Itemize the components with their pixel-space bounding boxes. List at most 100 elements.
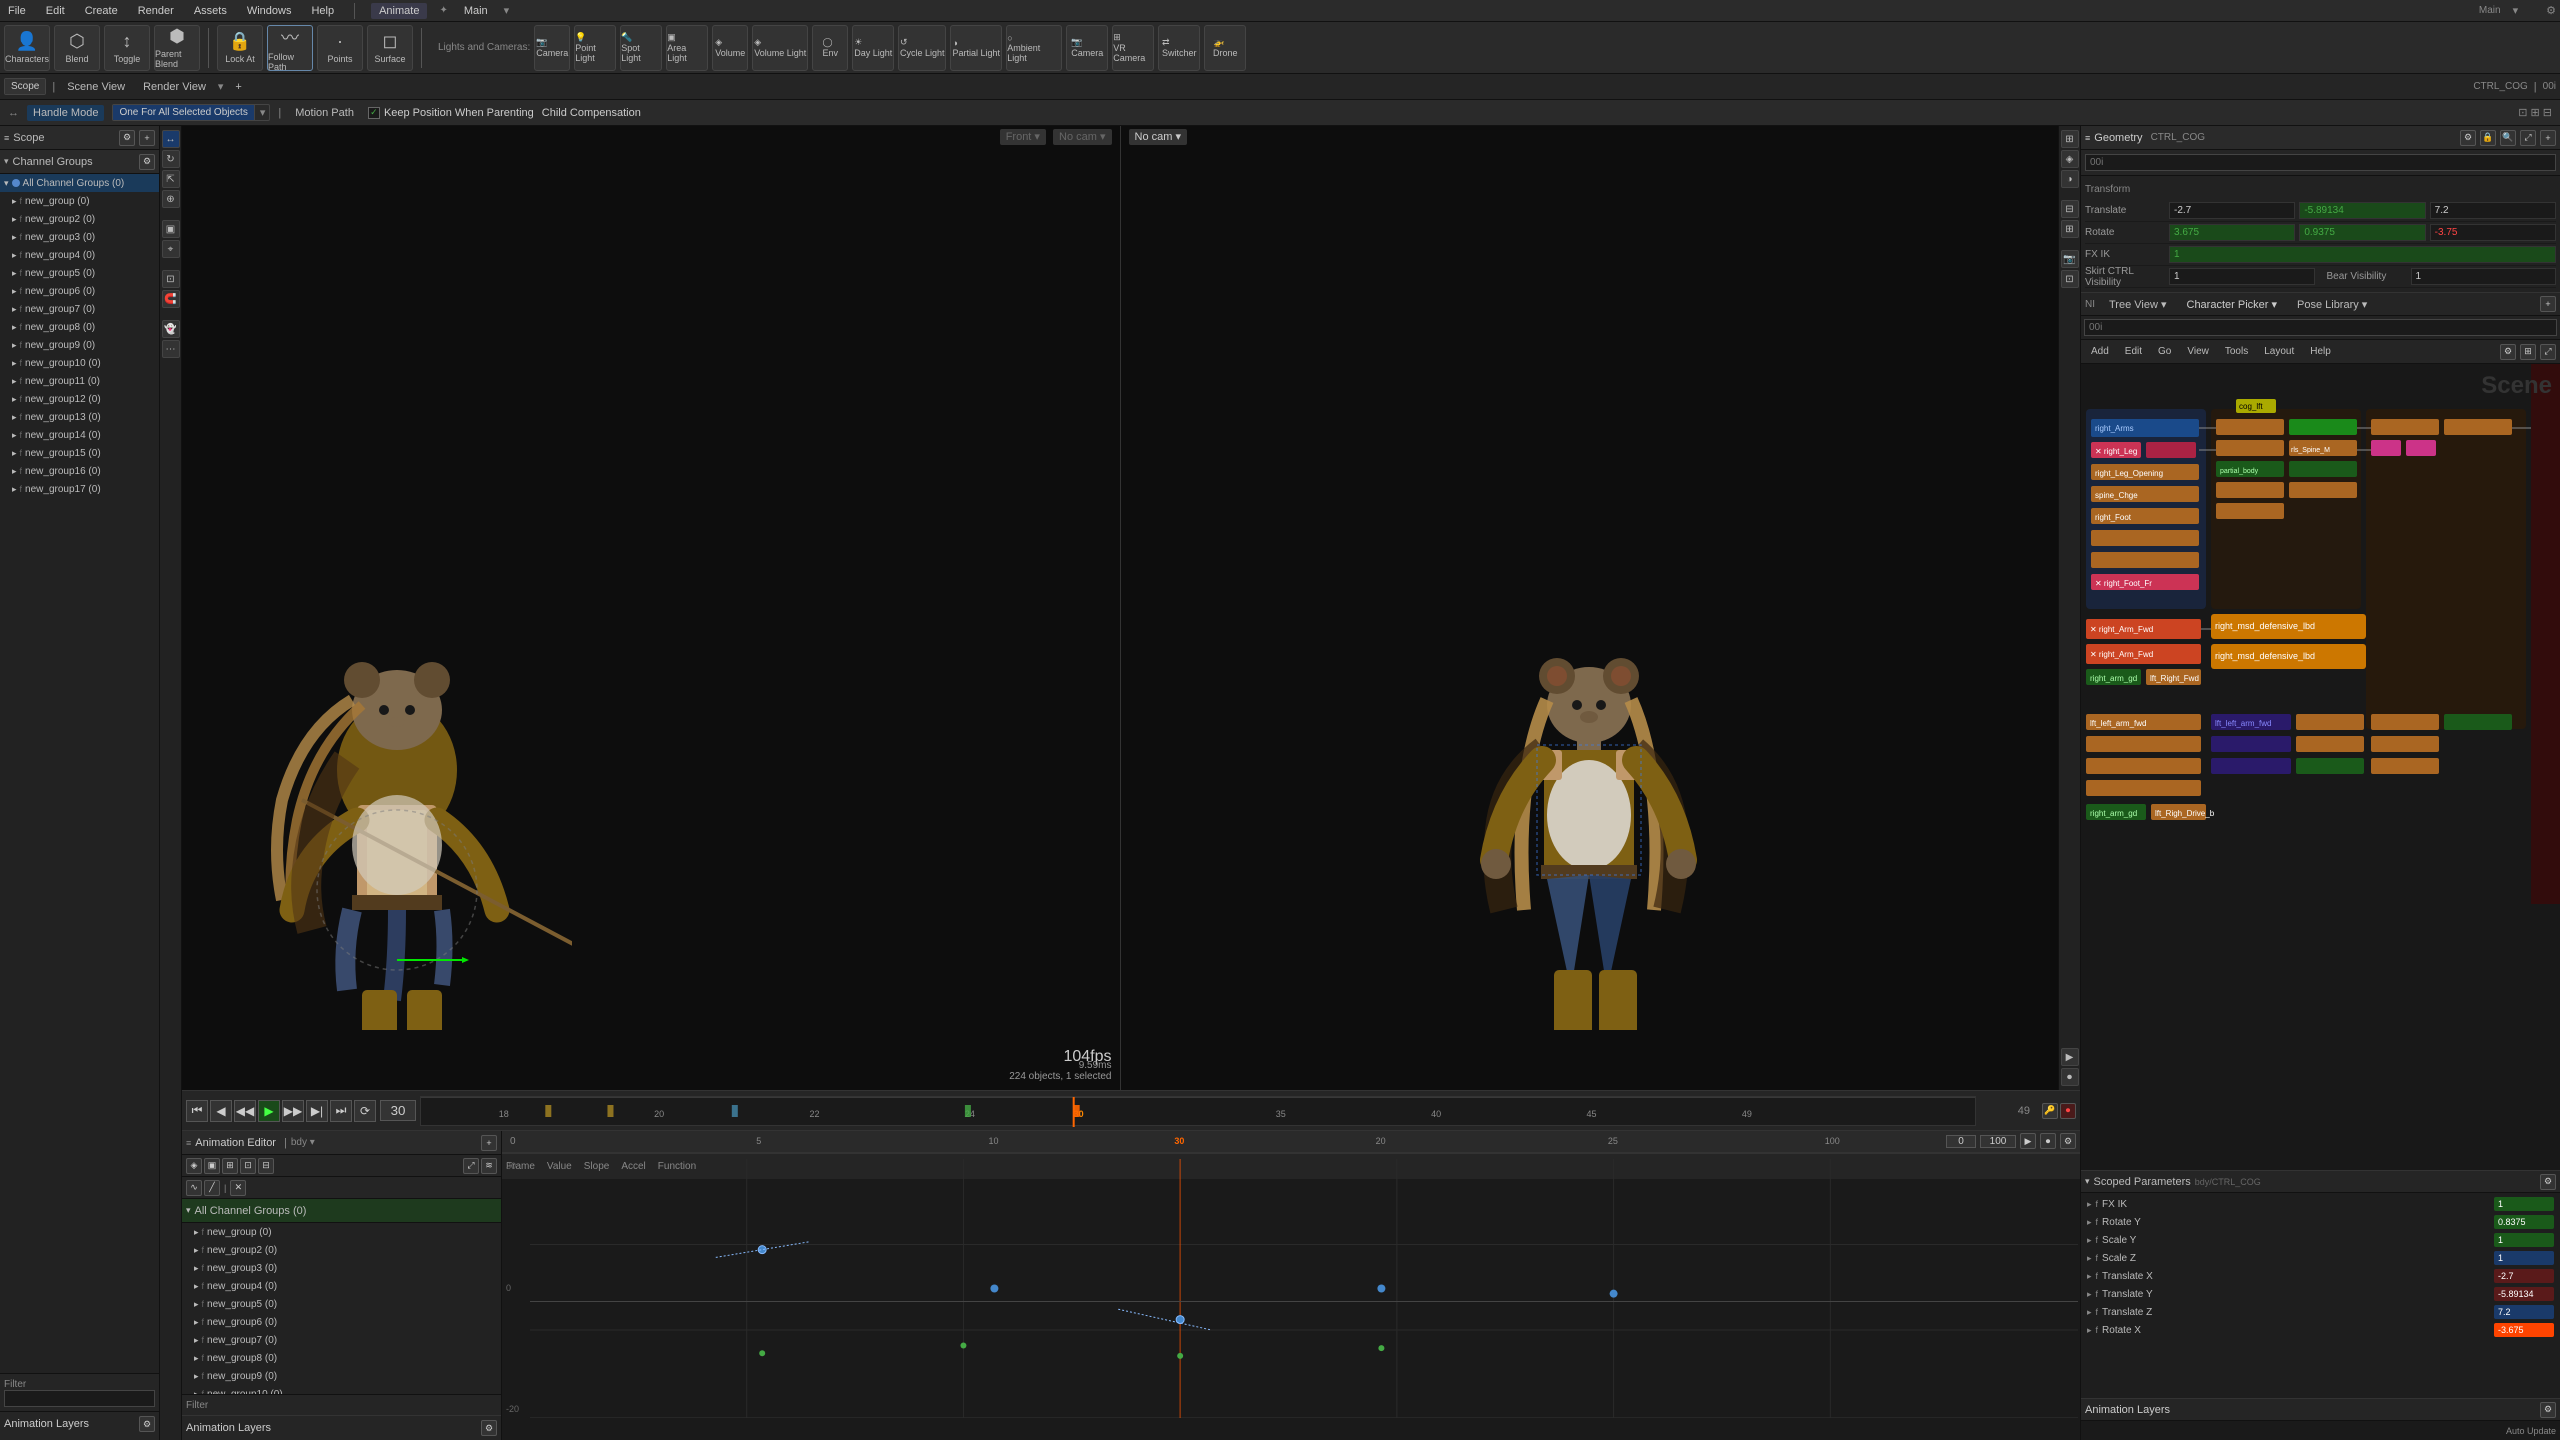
- graph-tab[interactable]: bdy ▾: [291, 1137, 315, 1148]
- skirt-vis-value[interactable]: 1: [2169, 268, 2315, 285]
- cg-item-10[interactable]: ▸ f new_group10 (0): [0, 354, 159, 372]
- cg-item-1[interactable]: ▸ f new_group (0): [0, 192, 159, 210]
- ge-ch-4[interactable]: ▸ f new_group4 (0): [182, 1277, 501, 1295]
- graph-start-input[interactable]: [1946, 1135, 1976, 1148]
- bear-vis-value[interactable]: 1: [2411, 268, 2557, 285]
- toolbar-area-light[interactable]: ▣Area Light: [666, 25, 708, 71]
- graph-end-input[interactable]: [1980, 1135, 2016, 1148]
- menu-main[interactable]: Main: [460, 5, 492, 17]
- timeline-ruler[interactable]: 18 20 22 24 30 35 40 45 49: [420, 1096, 1976, 1126]
- pose-library-btn[interactable]: Pose Library ▾: [2291, 296, 2373, 313]
- toolbar-vr-camera[interactable]: ⊞VR Camera: [1112, 25, 1154, 71]
- rotate-x[interactable]: 3.675: [2169, 224, 2295, 241]
- translate-y[interactable]: -5.89134: [2299, 202, 2425, 219]
- scene-view-btn[interactable]: Scene View: [61, 79, 131, 95]
- handle-mode-btn[interactable]: Handle Mode: [27, 105, 104, 121]
- record-btn[interactable]: ⏺: [2061, 1068, 2079, 1086]
- viewport-right[interactable]: No cam ▾: [1121, 126, 2059, 1090]
- cg-item-8[interactable]: ▸ f new_group8 (0): [0, 318, 159, 336]
- scoped-item-scale-z[interactable]: ▸ f Scale Z 1: [2083, 1249, 2558, 1267]
- ne-help-btn[interactable]: Help: [2304, 344, 2337, 359]
- graph-settings-btn[interactable]: ⚙: [2060, 1133, 2076, 1149]
- toolbar-surface[interactable]: ◻ Surface: [367, 25, 413, 71]
- toolbar-ambient-light[interactable]: ○Ambient Light: [1006, 25, 1062, 71]
- snap-btn[interactable]: 🧲: [162, 290, 180, 308]
- cg-item-11[interactable]: ▸ f new_group11 (0): [0, 372, 159, 390]
- menu-create[interactable]: Create: [81, 5, 122, 17]
- toolbar-toggle[interactable]: ↕ Toggle: [104, 25, 150, 71]
- select-btn[interactable]: ▣: [162, 220, 180, 238]
- toolbar-blend[interactable]: ⬡ Blend: [54, 25, 100, 71]
- menu-file[interactable]: File: [4, 5, 30, 17]
- menu-edit[interactable]: Edit: [42, 5, 69, 17]
- step-back-btn[interactable]: ◀: [210, 1100, 232, 1122]
- menu-windows[interactable]: Windows: [243, 5, 296, 17]
- cg-item-12[interactable]: ▸ f new_group12 (0): [0, 390, 159, 408]
- character-picker-btn[interactable]: Character Picker ▾: [2181, 296, 2284, 313]
- toolbar-switcher[interactable]: ⇄Switcher: [1158, 25, 1200, 71]
- cg-item-2[interactable]: ▸ f new_group2 (0): [0, 210, 159, 228]
- ge-ch-6[interactable]: ▸ f new_group6 (0): [182, 1313, 501, 1331]
- toolbar-env[interactable]: ◯Env: [812, 25, 848, 71]
- ge-fit[interactable]: ⤢: [463, 1158, 479, 1174]
- cg-item-13[interactable]: ▸ f new_group13 (0): [0, 408, 159, 426]
- cg-item-15[interactable]: ▸ f new_group15 (0): [0, 444, 159, 462]
- cg-item-6[interactable]: ▸ f new_group6 (0): [0, 282, 159, 300]
- ge-ch-3[interactable]: ▸ f new_group3 (0): [182, 1259, 501, 1277]
- cg-item-7[interactable]: ▸ f new_group7 (0): [0, 300, 159, 318]
- ge-ch-10[interactable]: ▸ f new_group10 (0): [182, 1385, 501, 1394]
- rp-settings[interactable]: ⚙: [2460, 130, 2476, 146]
- ne-add-btn[interactable]: Add: [2085, 344, 2115, 359]
- node-graph-area[interactable]: Scene right_Arms: [2081, 364, 2560, 1170]
- cg-item-14[interactable]: ▸ f new_group14 (0): [0, 426, 159, 444]
- lasso-btn[interactable]: ⌖: [162, 240, 180, 258]
- no-cam-left[interactable]: No cam ▾: [1053, 129, 1111, 145]
- ge-add[interactable]: +: [481, 1135, 497, 1151]
- toolbar-parent-blend[interactable]: ⬢ Parent Blend: [154, 25, 200, 71]
- toolbar-volume-light[interactable]: ◈Volume Light: [752, 25, 808, 71]
- ge-ch-8[interactable]: ▸ f new_group8 (0): [182, 1349, 501, 1367]
- cg-settings[interactable]: ⚙: [139, 154, 155, 170]
- one-for-all-btn[interactable]: One For All Selected Objects: [113, 105, 254, 120]
- scoped-item-translate-z[interactable]: ▸ f Translate Z 7.2: [2083, 1303, 2558, 1321]
- filter-input[interactable]: [4, 1390, 155, 1407]
- ne-layout2[interactable]: ⊞: [2520, 344, 2536, 360]
- ge-key2[interactable]: ▣: [204, 1158, 220, 1174]
- node-search-input[interactable]: [2084, 319, 2557, 336]
- rotate-y[interactable]: 0.9375: [2299, 224, 2425, 241]
- wireframe-btn[interactable]: ⊟: [2061, 200, 2079, 218]
- ghost-btn[interactable]: 👻: [162, 320, 180, 338]
- menu-animate[interactable]: Animate: [371, 3, 427, 19]
- cg-item-17[interactable]: ▸ f new_group17 (0): [0, 480, 159, 498]
- rotate-z[interactable]: -3.75: [2430, 224, 2556, 241]
- ne-edit-btn[interactable]: Edit: [2119, 344, 2148, 359]
- graph-extra-btn[interactable]: ▶: [2020, 1133, 2036, 1149]
- toolbar-point-light[interactable]: 💡Point Light: [574, 25, 616, 71]
- ne-go-btn[interactable]: Go: [2152, 344, 2177, 359]
- scale-tool-btn[interactable]: ⇱: [162, 170, 180, 188]
- shading-btn[interactable]: ◑: [2061, 170, 2079, 188]
- pivot-btn[interactable]: ⊡: [162, 270, 180, 288]
- bottom-anim-layers-settings[interactable]: ⚙: [2540, 1402, 2556, 1418]
- scoped-item-rotate-y[interactable]: ▸ f Rotate Y 0.8375: [2083, 1213, 2558, 1231]
- zoom-fit-btn[interactable]: ⊞: [2061, 130, 2079, 148]
- toolbar-camera2[interactable]: 📷Camera: [1066, 25, 1108, 71]
- tree-view-btn[interactable]: Tree View ▾: [2103, 296, 2173, 313]
- anim-layers-settings[interactable]: ⚙: [139, 1416, 155, 1432]
- rp-expand[interactable]: ⤢: [2520, 130, 2536, 146]
- scoped-settings[interactable]: ⚙: [2540, 1174, 2556, 1190]
- move-tool-btn[interactable]: ↔: [162, 130, 180, 148]
- scope-add[interactable]: +: [139, 130, 155, 146]
- ge-normalize[interactable]: ≋: [481, 1158, 497, 1174]
- frame-input[interactable]: [380, 1100, 416, 1121]
- ne-tools-btn[interactable]: Tools: [2219, 344, 2254, 359]
- ge-key1[interactable]: ◈: [186, 1158, 202, 1174]
- display-mode-btn[interactable]: ◈: [2061, 150, 2079, 168]
- cg-item-9[interactable]: ▸ f new_group9 (0): [0, 336, 159, 354]
- cg-item-4[interactable]: ▸ f new_group4 (0): [0, 246, 159, 264]
- cg-all[interactable]: ▾ All Channel Groups (0): [0, 174, 159, 192]
- ge-ch-1[interactable]: ▸ f new_group (0): [182, 1223, 501, 1241]
- toolbar-lock-at[interactable]: 🔒 Lock At: [217, 25, 263, 71]
- trails-btn[interactable]: ⋯: [162, 340, 180, 358]
- grid-btn[interactable]: ⊞: [2061, 220, 2079, 238]
